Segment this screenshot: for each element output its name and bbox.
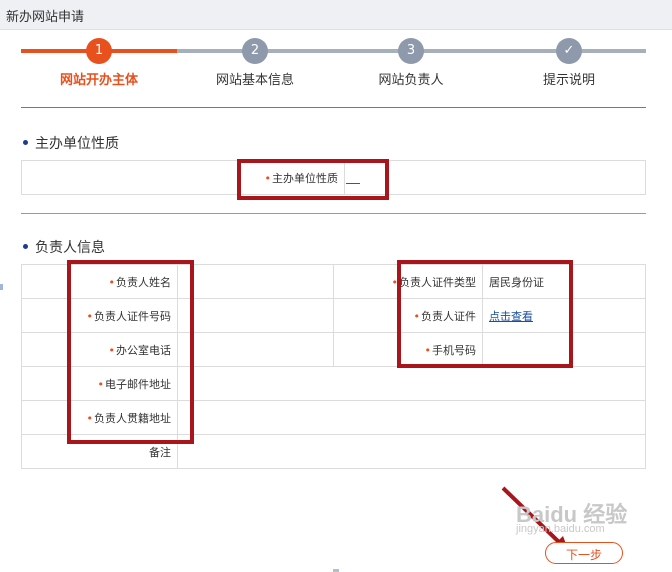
section-divider (21, 213, 646, 214)
section-bullet-icon (23, 140, 28, 145)
step-2-circle: 2 (242, 38, 268, 64)
annotation-box-right-fields (397, 260, 573, 368)
org-type-value-cell (344, 160, 646, 195)
watermark-url: jingyan.baidu.com (516, 523, 605, 535)
office-phone-value-cell[interactable] (177, 332, 334, 367)
step-4-check-icon: ✓ (556, 38, 582, 64)
remark-value-cell[interactable] (177, 434, 646, 469)
section-title-responsible-person: 负责人信息 (35, 240, 105, 256)
section-bullet-icon (23, 244, 28, 249)
dialog-title: 新办网站申请 (6, 10, 85, 25)
window-left-handle (0, 284, 3, 290)
step-4-label: 提示说明 (542, 73, 595, 88)
remark-label: 备注 (149, 445, 171, 459)
step-1-circle: 1 (86, 38, 112, 64)
dialog-titlebar: 新办网站申请 (0, 0, 672, 30)
name-value-cell[interactable] (177, 264, 334, 299)
stepper-divider (21, 107, 646, 108)
step-3-circle: 3 (398, 38, 424, 64)
id-number-value-cell[interactable] (177, 298, 334, 333)
step-1-label: 网站开办主体 (59, 73, 138, 88)
section-title-organization: 主办单位性质 (35, 136, 119, 152)
native-address-value-cell[interactable] (177, 400, 646, 435)
email-value-cell[interactable] (177, 366, 646, 401)
step-2-label: 网站基本信息 (215, 73, 294, 88)
annotation-box-left-fields (67, 260, 194, 444)
step-3-label: 网站负责人 (378, 73, 444, 88)
annotation-box-org-type (237, 159, 389, 200)
next-step-button[interactable]: 下一步 (545, 542, 623, 564)
